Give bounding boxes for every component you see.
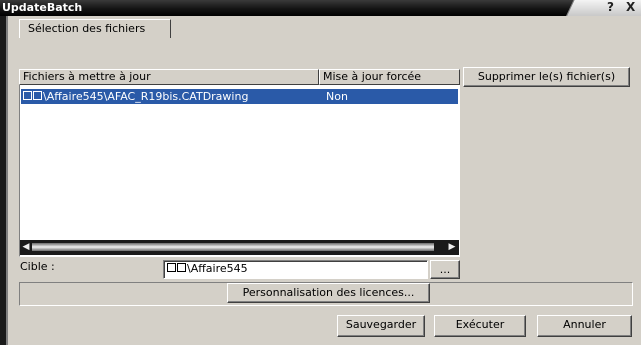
help-icon[interactable]: ? [607,0,614,14]
window-title: UpdateBatch [2,1,83,14]
table-row[interactable]: \Affaire545\AFAC_R19bis.CATDrawing Non [21,89,458,104]
horizontal-scrollbar[interactable]: ◀ ▶ [20,240,459,255]
target-label: Cible : [20,260,55,273]
browse-button[interactable]: ... [430,260,460,279]
save-button[interactable]: Sauvegarder [337,315,425,337]
title-bar[interactable]: UpdateBatch ? X [0,0,641,16]
scrollbar-thumb[interactable] [32,243,434,251]
run-button[interactable]: Exécuter [434,315,526,337]
file-cell: \Affaire545\AFAC_R19bis.CATDrawing [21,89,323,104]
placeholder-glyph [33,91,42,100]
column-header-forced[interactable]: Mise à jour forcée [319,69,460,85]
list-header: Fichiers à mettre à jour Mise à jour for… [19,69,460,85]
scroll-right-icon[interactable]: ▶ [446,241,458,254]
remove-files-button[interactable]: Supprimer le(s) fichier(s) [463,67,630,87]
column-header-files[interactable]: Fichiers à mettre à jour [19,69,319,85]
cancel-button[interactable]: Annuler [537,315,632,337]
placeholder-glyph [23,91,32,100]
target-value: \Affaire545 [187,262,248,275]
placeholder-glyph [167,263,176,272]
tab-selection-fichiers[interactable]: Sélection des fichiers [19,19,171,38]
placeholder-glyph [177,263,186,272]
file-path: \Affaire545\AFAC_R19bis.CATDrawing [43,90,249,103]
close-icon[interactable]: X [626,0,635,14]
window-frame-edge [6,16,8,345]
target-field[interactable]: \Affaire545 [163,260,428,279]
forced-cell: Non [326,90,348,103]
tab-label: Sélection des fichiers [28,22,146,35]
licences-button[interactable]: Personnalisation des licences... [227,283,430,303]
scroll-left-icon[interactable]: ◀ [20,241,32,254]
